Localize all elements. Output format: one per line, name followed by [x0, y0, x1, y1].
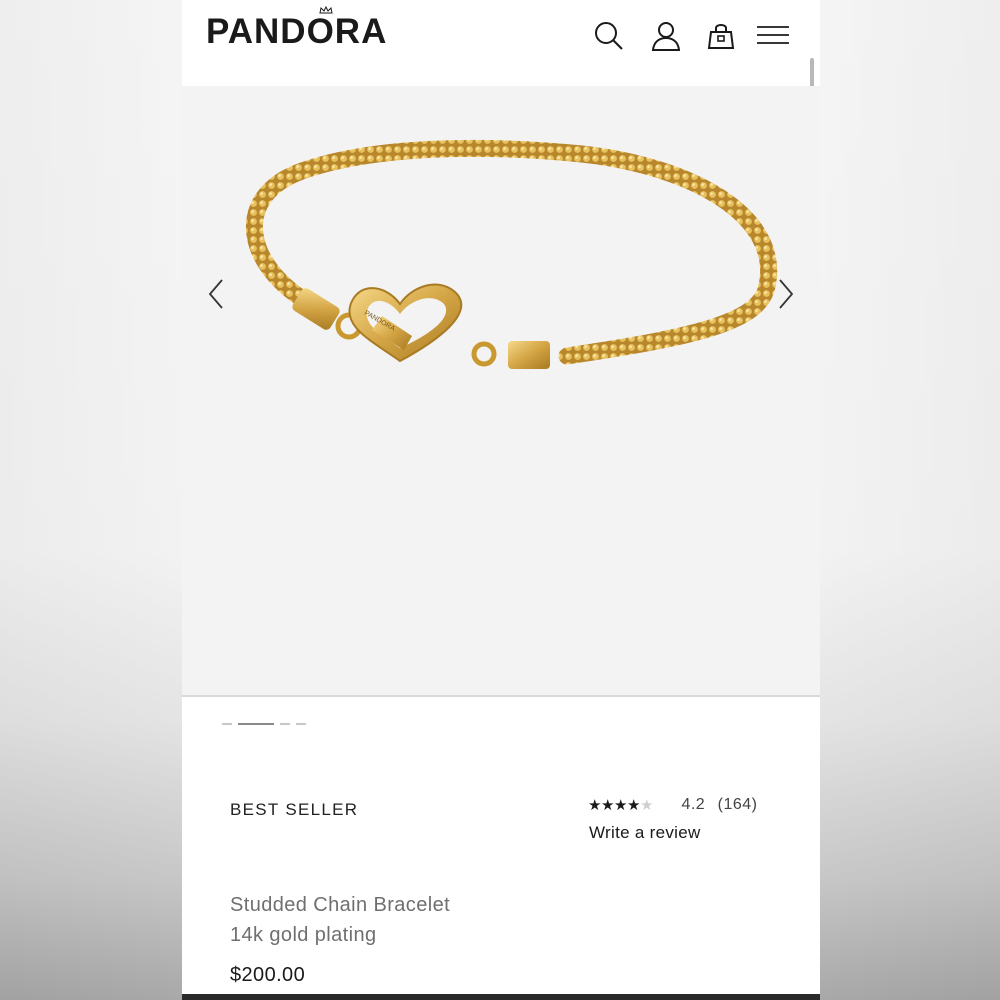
star-filled-icon: ★: [601, 797, 615, 814]
gallery-dot[interactable]: [296, 723, 306, 725]
search-icon[interactable]: [593, 20, 625, 52]
write-review-link[interactable]: Write a review: [589, 823, 701, 843]
background-right: [820, 0, 1000, 1000]
best-seller-badge: BEST SELLER: [230, 800, 359, 819]
crown-icon: [319, 6, 333, 14]
studded-chain-bracelet-image: PANDORA: [246, 139, 778, 369]
star-empty-icon: ★: [640, 797, 654, 814]
rating-stars: ★★★★★: [588, 796, 653, 814]
gallery-pagination: [222, 722, 306, 726]
next-image-arrow-icon[interactable]: [774, 276, 798, 312]
rating-value: 4.2: [681, 796, 706, 813]
menu-icon[interactable]: [756, 20, 790, 52]
bottom-bar: [182, 994, 820, 1000]
gallery-dot[interactable]: [222, 723, 232, 725]
gallery-dot-active[interactable]: [238, 723, 274, 725]
product-rating[interactable]: ★★★★★ 4.2 (164): [588, 796, 758, 814]
rating-count: (164): [717, 796, 758, 813]
product-material: 14k gold plating: [230, 924, 377, 946]
product-gallery[interactable]: PANDORA: [182, 86, 820, 695]
shopping-bag-icon[interactable]: [705, 20, 737, 52]
product-price: $200.00: [230, 964, 306, 986]
account-icon[interactable]: [650, 20, 682, 52]
star-filled-icon: ★: [588, 797, 602, 814]
previous-image-arrow-icon[interactable]: [204, 276, 228, 312]
star-filled-icon: ★: [614, 797, 628, 814]
brand-logo[interactable]: PANDORA: [206, 12, 387, 52]
star-filled-icon: ★: [627, 797, 641, 814]
site-header: PANDORA: [182, 0, 820, 86]
background-left: [0, 0, 182, 1000]
product-name: Studded Chain Bracelet: [230, 894, 451, 916]
gallery-divider: [182, 695, 820, 697]
gallery-dot[interactable]: [280, 723, 290, 725]
mobile-page: PANDORA PANDORA BEST SELLER ★★★★★ 4.2 (1…: [182, 0, 820, 1000]
